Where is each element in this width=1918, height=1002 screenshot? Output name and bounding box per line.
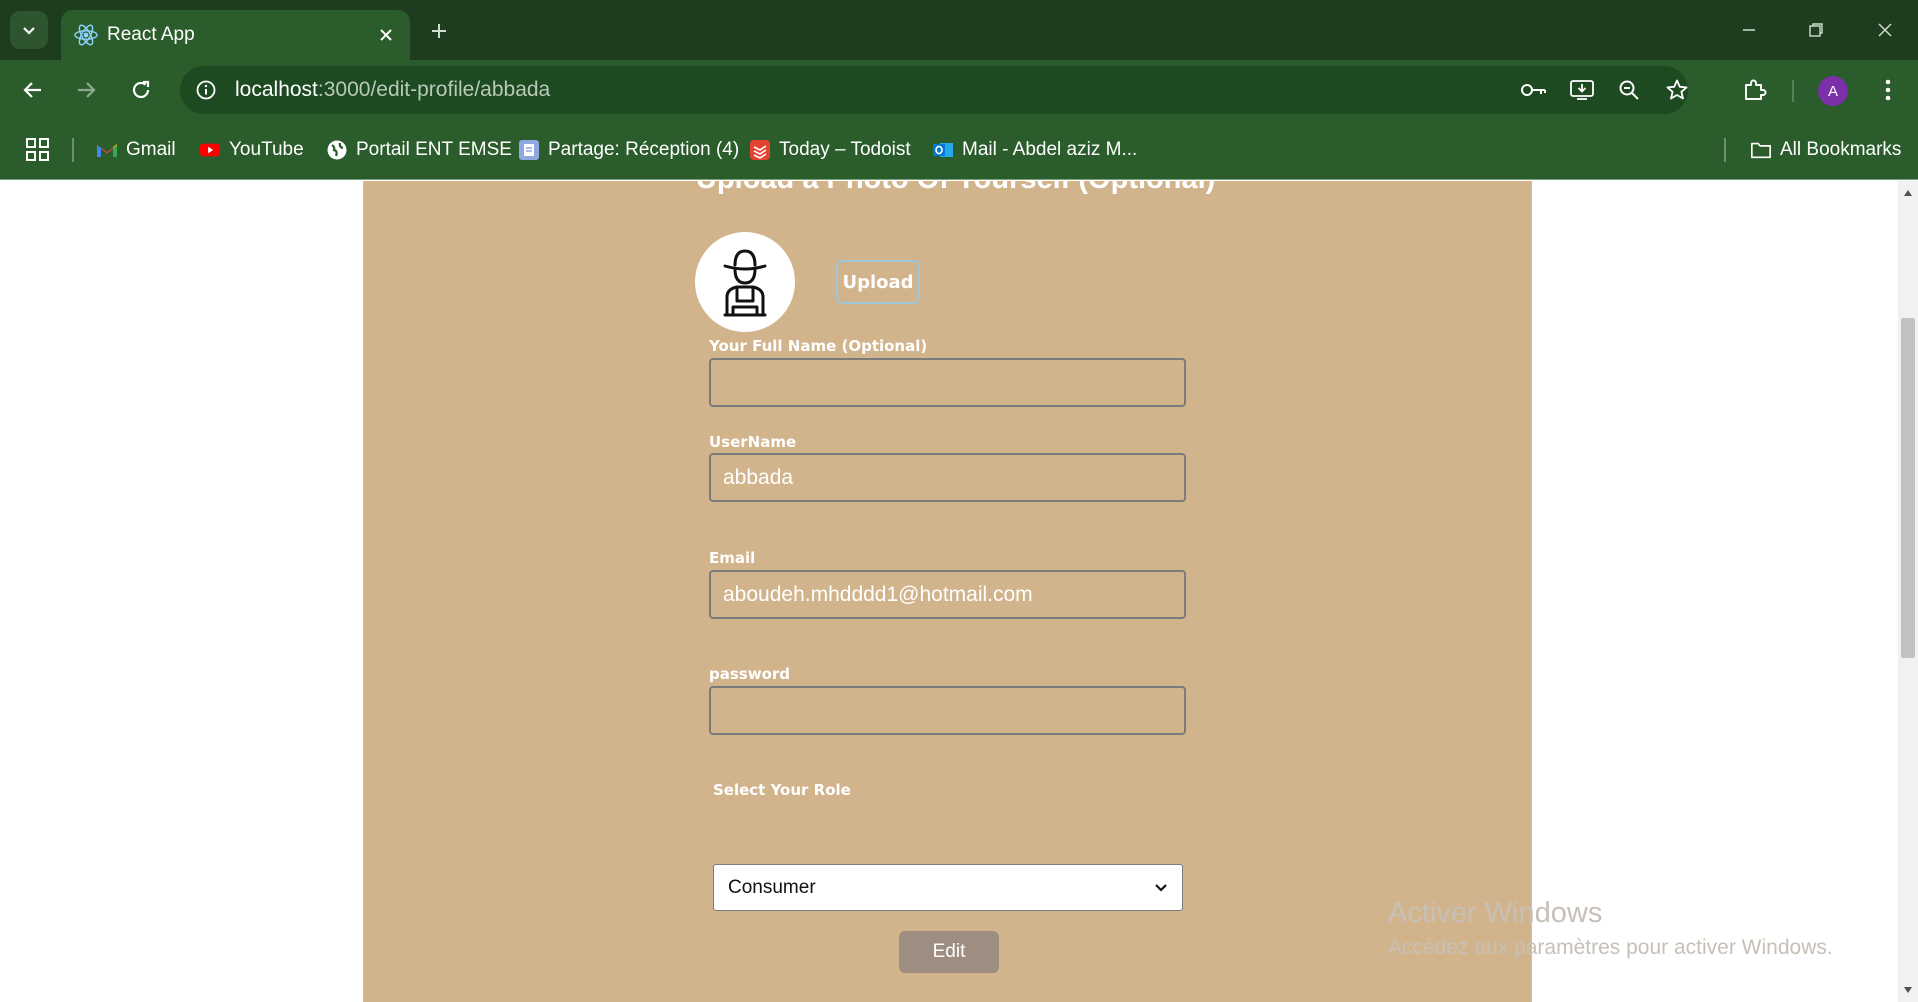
scroll-up-arrow[interactable] bbox=[1902, 187, 1914, 199]
triangle-up-icon bbox=[1904, 190, 1912, 196]
extensions-button[interactable] bbox=[1736, 72, 1772, 108]
tab-search-button[interactable] bbox=[10, 11, 48, 49]
address-bar[interactable]: localhost:3000/edit-profile/abbada bbox=[180, 66, 1688, 114]
edit-button[interactable]: Edit bbox=[899, 931, 999, 973]
menu-button[interactable] bbox=[1870, 72, 1906, 108]
bookmark-label: Today – Todoist bbox=[779, 139, 911, 160]
install-icon bbox=[1570, 80, 1594, 100]
tab-title: React App bbox=[107, 24, 195, 45]
bookmark-label: Mail - Abdel aziz M... bbox=[962, 139, 1138, 160]
upload-photo-title: Upload a Photo Of Yourself (Optional) bbox=[696, 181, 1215, 196]
react-icon bbox=[74, 24, 98, 46]
activate-windows-title: Activer Windows bbox=[1388, 897, 1603, 929]
install-app-button[interactable] bbox=[1567, 76, 1597, 104]
zoom-button[interactable] bbox=[1614, 76, 1644, 104]
scrollbar-thumb[interactable] bbox=[1901, 318, 1915, 658]
active-tab[interactable]: React App bbox=[61, 10, 410, 60]
profile-photo bbox=[695, 232, 795, 332]
page-viewport: Upload a Photo Of Yourself (Optional) Up… bbox=[0, 181, 1898, 1002]
upload-button[interactable]: Upload bbox=[836, 260, 920, 304]
profile-avatar[interactable]: A bbox=[1818, 76, 1848, 106]
all-bookmarks-label: All Bookmarks bbox=[1780, 139, 1902, 160]
outlook-icon bbox=[932, 139, 954, 161]
url-path: :3000/edit-profile/abbada bbox=[317, 78, 551, 101]
plus-icon bbox=[432, 24, 446, 38]
chevron-down-icon bbox=[1155, 883, 1167, 892]
puzzle-icon bbox=[1745, 79, 1767, 100]
globe-icon bbox=[326, 139, 348, 161]
farmer-avatar-icon bbox=[723, 249, 767, 317]
all-bookmarks-button[interactable]: All Bookmarks bbox=[1750, 134, 1901, 166]
more-vertical-icon bbox=[1885, 79, 1891, 101]
edit-profile-card: Upload a Photo Of Yourself (Optional) Up… bbox=[363, 181, 1532, 1002]
email-label: Email bbox=[709, 549, 756, 567]
arrow-left-icon bbox=[23, 82, 41, 98]
bookmark-label: Gmail bbox=[126, 139, 176, 160]
bookmark-label: Partage: Réception (4) bbox=[548, 139, 740, 160]
role-selected-value: Consumer bbox=[728, 876, 816, 898]
bookmark-todoist[interactable]: Today – Todoist bbox=[749, 134, 911, 166]
bookmark-portail-ent[interactable]: Portail ENT EMSE bbox=[326, 134, 512, 166]
bookmark-star-button[interactable] bbox=[1662, 76, 1692, 104]
key-icon bbox=[1521, 84, 1546, 96]
fullname-input[interactable] bbox=[709, 358, 1186, 407]
activate-windows-subtitle: Accédez aux paramètres pour activer Wind… bbox=[1388, 936, 1833, 959]
site-info-button[interactable] bbox=[192, 76, 220, 104]
reload-button[interactable] bbox=[122, 71, 160, 109]
username-label: UserName bbox=[709, 433, 797, 451]
zoom-out-icon bbox=[1619, 80, 1639, 100]
bookmarks-divider bbox=[1724, 138, 1726, 162]
partage-icon bbox=[518, 139, 540, 161]
bookmark-label: Portail ENT EMSE bbox=[356, 139, 512, 160]
password-label: password bbox=[709, 665, 791, 683]
restore-button[interactable] bbox=[1796, 10, 1836, 50]
bookmark-label: YouTube bbox=[229, 139, 304, 160]
reload-icon bbox=[132, 80, 150, 99]
arrow-right-icon bbox=[78, 82, 96, 98]
star-icon bbox=[1666, 79, 1688, 100]
new-tab-button[interactable] bbox=[424, 16, 454, 46]
page-scrollbar[interactable] bbox=[1898, 181, 1918, 1002]
tab-close-button[interactable] bbox=[374, 23, 398, 47]
close-icon bbox=[1878, 23, 1892, 37]
chevron-down-icon bbox=[23, 27, 35, 35]
minimize-button[interactable] bbox=[1729, 10, 1769, 50]
bookmark-gmail[interactable]: Gmail bbox=[96, 134, 176, 166]
close-icon bbox=[380, 29, 392, 41]
url-text: localhost:3000/edit-profile/abbada bbox=[235, 78, 550, 102]
gmail-icon bbox=[96, 139, 118, 161]
url-host: localhost bbox=[235, 78, 318, 101]
forward-button[interactable] bbox=[67, 71, 105, 109]
folder-icon bbox=[1750, 139, 1772, 161]
info-icon bbox=[196, 80, 216, 100]
password-input[interactable] bbox=[709, 686, 1186, 735]
tab-strip: React App bbox=[0, 0, 1918, 60]
bookmark-partage[interactable]: Partage: Réception (4) bbox=[518, 134, 739, 166]
todoist-icon bbox=[749, 139, 771, 161]
bookmarks-divider bbox=[72, 138, 74, 162]
role-label: Select Your Role bbox=[713, 781, 851, 799]
username-input[interactable]: abbada bbox=[709, 453, 1186, 502]
fullname-label: Your Full Name (Optional) bbox=[709, 337, 928, 355]
browser-toolbar: localhost:3000/edit-profile/abbada A bbox=[0, 60, 1918, 120]
bookmark-outlook-mail[interactable]: Mail - Abdel aziz M... bbox=[932, 134, 1137, 166]
bookmarks-bar: Gmail YouTube Portail ENT EMSE Partage: … bbox=[0, 120, 1918, 180]
apps-grid-icon[interactable] bbox=[24, 136, 52, 164]
scroll-down-arrow[interactable] bbox=[1902, 984, 1914, 996]
role-select[interactable]: Consumer bbox=[713, 864, 1183, 911]
close-window-button[interactable] bbox=[1865, 10, 1905, 50]
email-input[interactable]: aboudeh.mhdddd1@hotmail.com bbox=[709, 570, 1186, 619]
toolbar-divider bbox=[1792, 80, 1794, 102]
back-button[interactable] bbox=[14, 71, 52, 109]
passwords-button[interactable] bbox=[1519, 76, 1549, 104]
triangle-down-icon bbox=[1904, 987, 1912, 993]
youtube-icon bbox=[199, 139, 221, 161]
minimize-icon bbox=[1743, 29, 1755, 31]
restore-icon bbox=[1809, 23, 1823, 37]
bookmark-youtube[interactable]: YouTube bbox=[199, 134, 304, 166]
